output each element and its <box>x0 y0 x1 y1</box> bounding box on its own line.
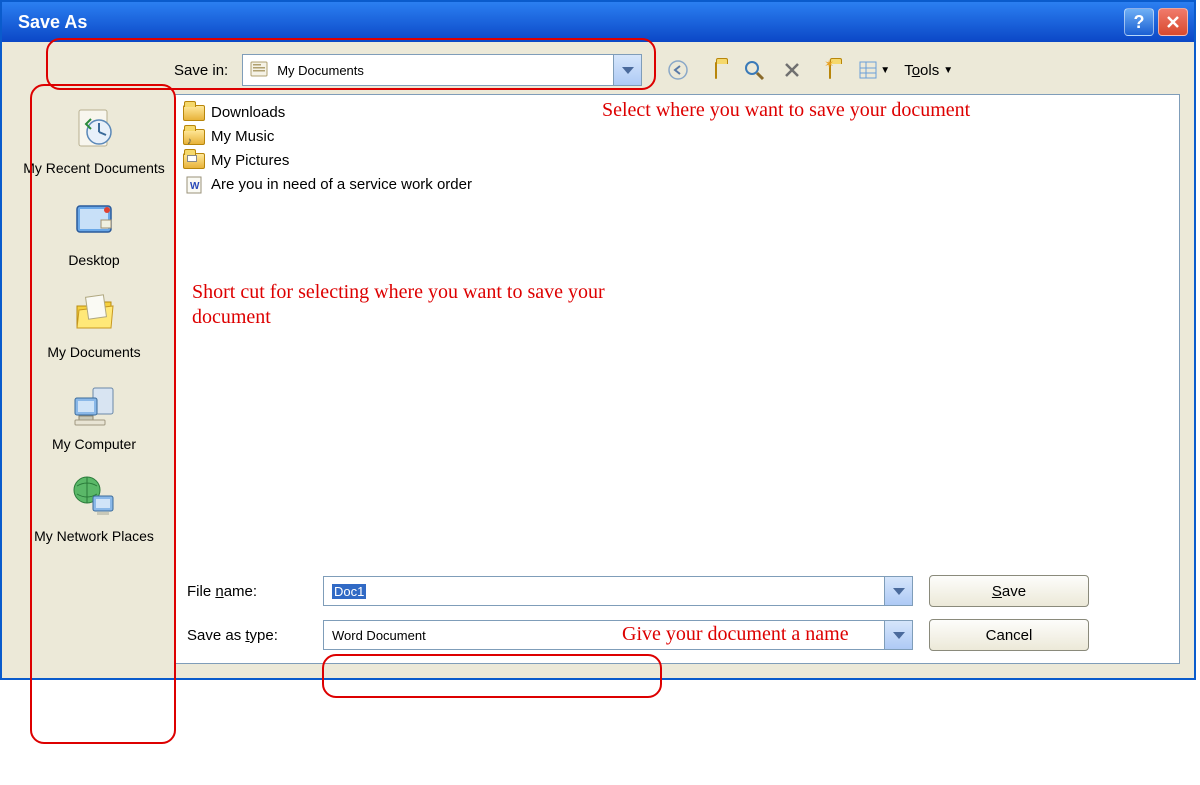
chevron-down-icon <box>893 588 905 595</box>
window-title: Save As <box>8 12 87 33</box>
new-folder-button[interactable]: ✶ <box>816 56 844 84</box>
delete-button[interactable] <box>778 56 806 84</box>
help-button[interactable]: ? <box>1124 8 1154 36</box>
folder-music-icon: ♪ <box>183 126 205 148</box>
sidebar-item-label: My Computer <box>52 436 136 452</box>
list-item[interactable]: Downloads <box>183 101 1171 125</box>
sidebar-item-documents[interactable]: My Documents <box>47 286 140 360</box>
sidebar-item-label: Desktop <box>68 252 119 268</box>
titlebar: Save As ? <box>2 2 1194 42</box>
delete-icon <box>782 60 802 80</box>
sidebar-item-recent[interactable]: My Recent Documents <box>23 102 165 176</box>
window-controls: ? <box>1124 8 1188 36</box>
close-icon <box>1166 15 1180 29</box>
save-button[interactable]: Save <box>929 575 1089 607</box>
folder-icon <box>249 59 269 82</box>
savein-dropdown-arrow[interactable] <box>613 55 641 85</box>
file-name: My Music <box>211 125 274 149</box>
filename-dropdown-arrow[interactable] <box>884 577 912 605</box>
sidebar-item-computer[interactable]: My Computer <box>52 378 136 452</box>
network-places-icon <box>67 470 121 524</box>
main-area: My Recent Documents Desktop My Documents… <box>14 94 1180 664</box>
sidebar-item-label: My Documents <box>47 344 140 360</box>
my-computer-icon <box>67 378 121 432</box>
up-one-level-button[interactable] <box>702 56 730 84</box>
filename-value[interactable]: Doc1 <box>332 584 366 599</box>
sidebar-item-label: My Recent Documents <box>23 160 165 176</box>
file-name: Are you in need of a service work order <box>211 173 472 197</box>
savein-label: Save in: <box>174 62 228 79</box>
folder-up-icon <box>715 63 717 78</box>
savein-dropdown[interactable]: My Documents <box>242 54 642 86</box>
folder-icon <box>183 102 205 124</box>
close-button[interactable] <box>1158 8 1188 36</box>
search-web-button[interactable] <box>740 56 768 84</box>
list-item[interactable]: My Pictures <box>183 149 1171 173</box>
bottom-controls: File name: Doc1 Save Save as type: <box>175 575 1179 651</box>
savetype-value: Word Document <box>332 628 426 643</box>
savetype-label: Save as type: <box>187 627 307 644</box>
cancel-button[interactable]: Cancel <box>929 619 1089 651</box>
places-bar: My Recent Documents Desktop My Documents… <box>14 94 174 664</box>
views-icon <box>858 60 878 80</box>
back-button[interactable] <box>664 56 692 84</box>
desktop-icon <box>67 194 121 248</box>
folder-pictures-icon <box>183 150 205 172</box>
savein-row: Save in: My Documents ✶ ▼ <box>174 54 1180 86</box>
new-folder-icon: ✶ <box>829 63 831 78</box>
save-as-dialog: Save As ? Save in: My Documents <box>0 0 1196 680</box>
tools-label: Tools <box>904 62 939 79</box>
my-documents-icon <box>67 286 121 340</box>
dialog-body: Save in: My Documents ✶ ▼ <box>2 42 1194 678</box>
sidebar-item-desktop[interactable]: Desktop <box>67 194 121 268</box>
file-name: Downloads <box>211 101 285 125</box>
file-list-pane[interactable]: Downloads ♪ My Music My Pictures W Are y… <box>174 94 1180 664</box>
chevron-down-icon <box>622 67 634 74</box>
list-item[interactable]: ♪ My Music <box>183 125 1171 149</box>
savetype-dropdown-arrow[interactable] <box>884 621 912 649</box>
savein-value: My Documents <box>277 63 364 78</box>
search-icon <box>743 59 765 81</box>
views-button[interactable]: ▼ <box>854 56 894 84</box>
word-doc-icon: W <box>183 174 205 196</box>
filename-combo[interactable]: Doc1 <box>323 576 913 606</box>
sidebar-item-label: My Network Places <box>34 528 154 544</box>
tools-menu[interactable]: Tools ▼ <box>904 62 953 79</box>
savetype-combo[interactable]: Word Document <box>323 620 913 650</box>
file-name: My Pictures <box>211 149 289 173</box>
filename-label: File name: <box>187 583 307 600</box>
toolbar: ✶ ▼ Tools ▼ <box>664 56 953 84</box>
chevron-down-icon <box>893 632 905 639</box>
sidebar-item-network[interactable]: My Network Places <box>34 470 154 544</box>
list-item[interactable]: W Are you in need of a service work orde… <box>183 173 1171 197</box>
svg-text:W: W <box>190 181 200 192</box>
back-icon <box>667 59 689 81</box>
recent-docs-icon <box>67 102 121 156</box>
